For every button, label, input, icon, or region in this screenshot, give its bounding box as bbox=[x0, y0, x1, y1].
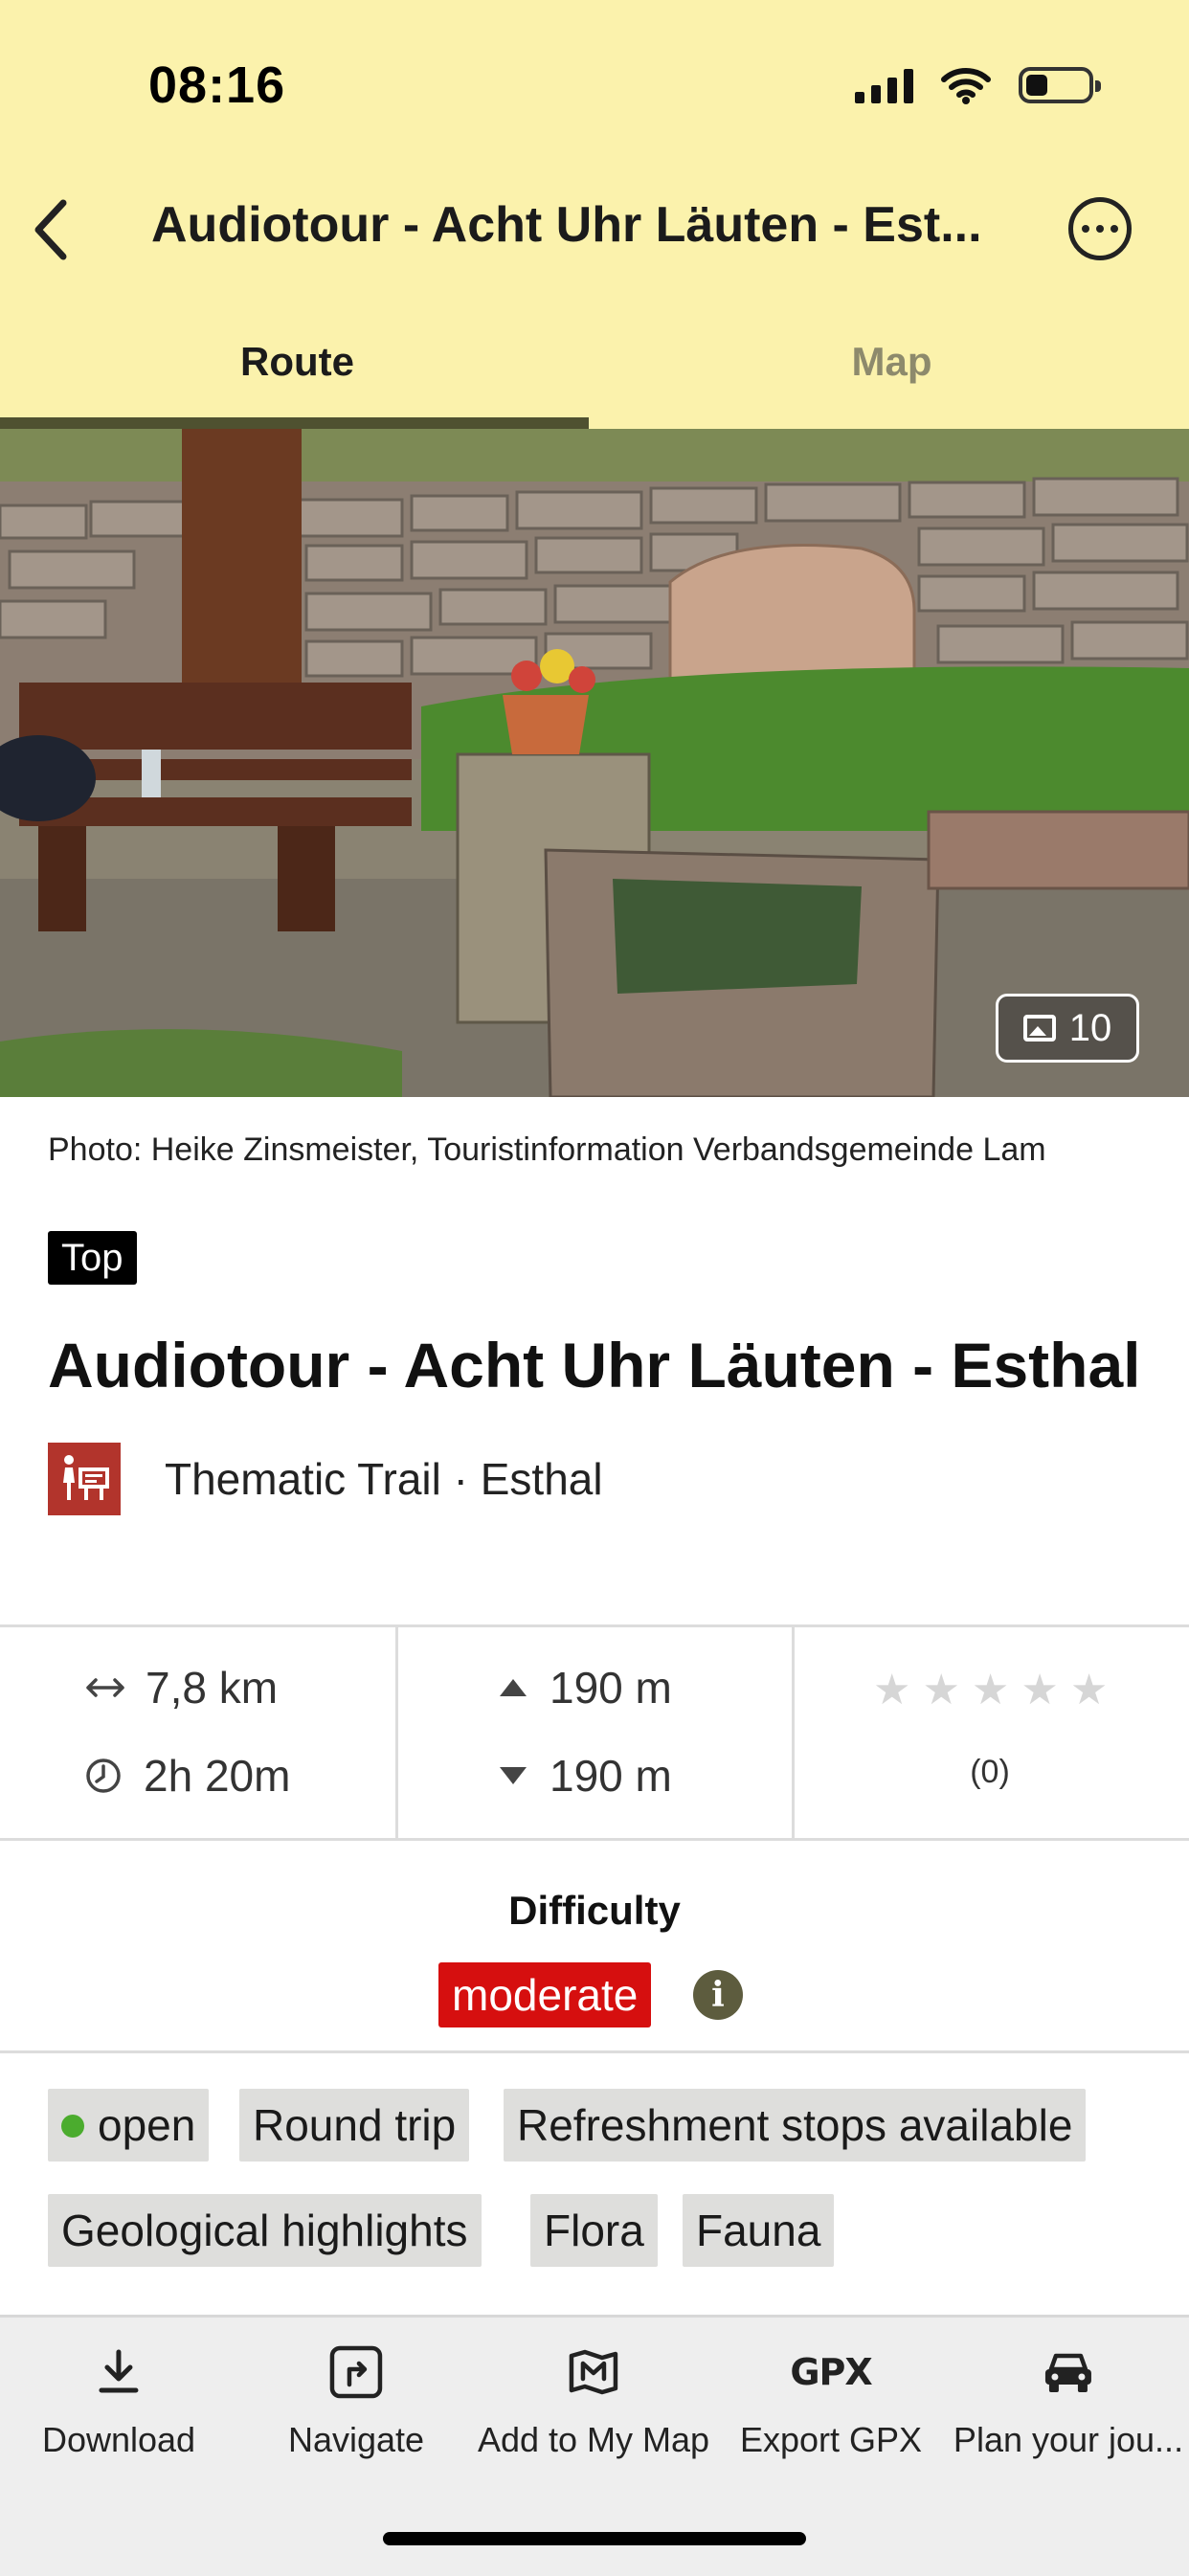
tag-round-trip: Round trip bbox=[239, 2089, 470, 2162]
status-time: 08:16 bbox=[148, 56, 286, 114]
tag-geological-highlights: Geological highlights bbox=[48, 2194, 482, 2267]
descent-triangle-icon bbox=[500, 1767, 527, 1784]
ascent-triangle-icon bbox=[500, 1679, 527, 1696]
tab-map[interactable]: Map bbox=[594, 339, 1189, 385]
distance-arrows-icon bbox=[86, 1678, 124, 1697]
star-icon: ★ bbox=[1069, 1667, 1120, 1714]
back-arrow-icon[interactable] bbox=[19, 191, 86, 268]
section-divider bbox=[0, 2050, 1189, 2053]
difficulty-badge: moderate bbox=[438, 1962, 652, 2027]
stats-panel bbox=[0, 1624, 1189, 1841]
descent-stat: 190 m bbox=[498, 1750, 672, 1802]
wifi-icon bbox=[941, 68, 991, 104]
tab-route[interactable]: Route bbox=[0, 339, 594, 385]
info-icon[interactable]: i bbox=[693, 1970, 743, 2020]
stats-divider bbox=[792, 1627, 795, 1838]
photo-caption: Photo: Heike Zinsmeister, Touristinforma… bbox=[48, 1131, 1046, 1168]
open-status-dot bbox=[61, 2114, 84, 2138]
app-header: 08:16 Audiotour - Acht Uhr Läuten - Est.… bbox=[0, 0, 1189, 429]
plan-your-journey-label: Plan your jou... bbox=[953, 2420, 1184, 2459]
map-icon bbox=[569, 2349, 618, 2395]
navigate-icon bbox=[329, 2345, 383, 2399]
image-icon bbox=[1022, 1015, 1056, 1042]
tag-open-label: open bbox=[98, 2100, 196, 2150]
download-label: Download bbox=[41, 2420, 196, 2459]
download-icon bbox=[99, 2349, 139, 2393]
navigate-label: Navigate bbox=[287, 2420, 425, 2459]
battery-icon bbox=[1019, 67, 1101, 103]
car-icon bbox=[1044, 2353, 1091, 2392]
rating-count: (0) bbox=[970, 1754, 1010, 1790]
difficulty-label: Difficulty bbox=[508, 1888, 681, 1933]
clock-icon bbox=[86, 1758, 121, 1793]
duration-value: 2h 20m bbox=[144, 1751, 291, 1801]
add-to-my-map-label: Add to My Map bbox=[477, 2420, 710, 2459]
photo-gallery-button[interactable]: 10 bbox=[996, 994, 1139, 1063]
star-icon: ★ bbox=[873, 1667, 923, 1714]
status-icons bbox=[855, 61, 1101, 109]
star-icon: ★ bbox=[1021, 1667, 1070, 1714]
nav-title: Audiotour - Acht Uhr Läuten - Est... bbox=[151, 197, 982, 253]
download-button[interactable]: Download bbox=[42, 2343, 195, 2460]
star-icon: ★ bbox=[971, 1667, 1021, 1714]
tag-fauna: Fauna bbox=[683, 2194, 835, 2267]
cellular-signal-icon bbox=[855, 67, 913, 103]
more-options-icon[interactable] bbox=[1068, 197, 1132, 260]
plan-your-journey-button[interactable]: Plan your jou... bbox=[953, 2343, 1183, 2460]
navigate-button[interactable]: Navigate bbox=[288, 2343, 424, 2460]
category-location: Thematic Trail · Esthal bbox=[165, 1454, 603, 1504]
thematic-trail-icon bbox=[48, 1443, 121, 1515]
stats-divider bbox=[395, 1627, 398, 1838]
distance-value: 7,8 km bbox=[146, 1663, 279, 1713]
export-gpx-button[interactable]: GPX Export GPX bbox=[740, 2343, 922, 2460]
ascent-stat: 190 m bbox=[498, 1662, 672, 1714]
add-to-my-map-button[interactable]: Add to My Map bbox=[478, 2343, 709, 2460]
active-tab-indicator bbox=[0, 417, 589, 429]
export-gpx-label: Export GPX bbox=[739, 2420, 923, 2459]
home-indicator bbox=[383, 2532, 806, 2545]
descent-value: 190 m bbox=[550, 1751, 672, 1801]
ascent-value: 190 m bbox=[550, 1663, 672, 1713]
duration-stat: 2h 20m bbox=[84, 1750, 290, 1802]
photo-count: 10 bbox=[1068, 1006, 1112, 1049]
page-title: Audiotour - Acht Uhr Läuten - Esthal bbox=[48, 1330, 1141, 1400]
gpx-icon: GPX bbox=[790, 2351, 872, 2393]
distance-stat: 7,8 km bbox=[84, 1662, 278, 1714]
star-icon: ★ bbox=[922, 1667, 972, 1714]
tag-flora: Flora bbox=[530, 2194, 658, 2267]
rating-stars[interactable]: ★★★★★ bbox=[873, 1666, 1119, 1714]
top-badge: Top bbox=[48, 1231, 137, 1285]
tag-open: open bbox=[48, 2089, 210, 2162]
tag-refreshment-stops: Refreshment stops available bbox=[504, 2089, 1087, 2162]
